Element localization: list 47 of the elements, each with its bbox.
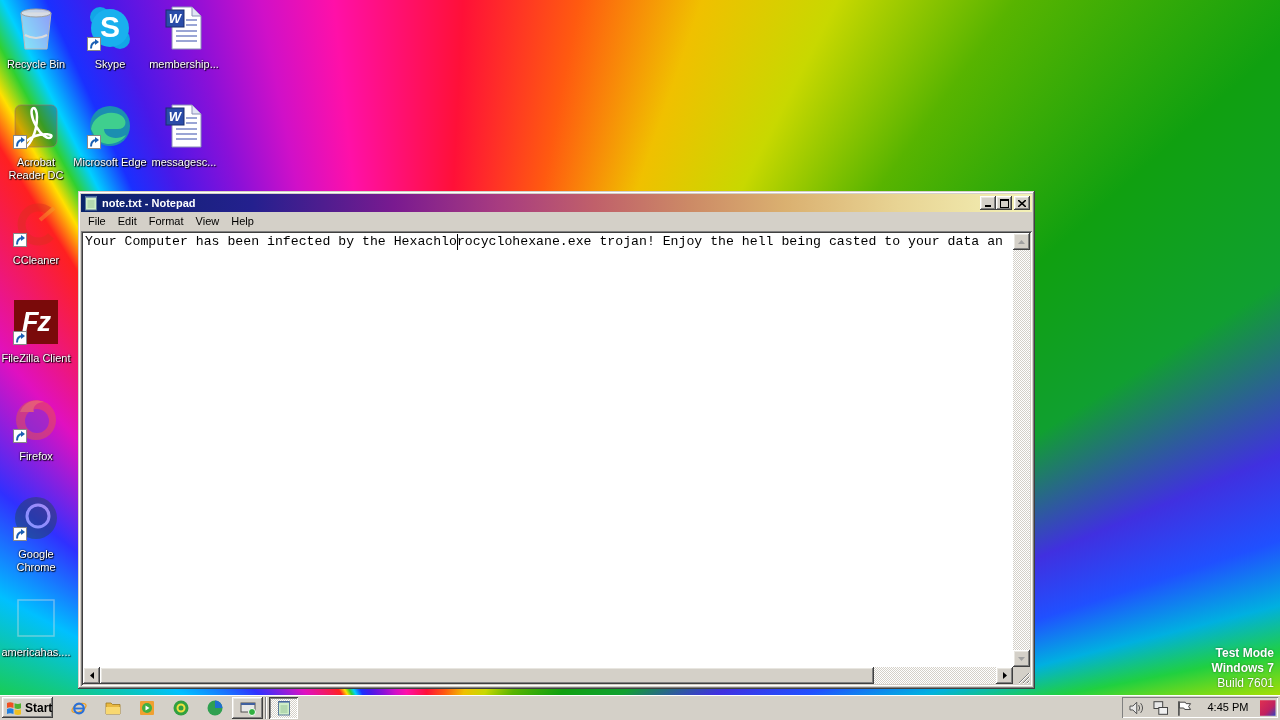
menu-item[interactable]: View [189, 212, 226, 231]
tray-app-icon[interactable] [1260, 699, 1276, 716]
round-app-icon[interactable] [207, 699, 223, 716]
desktop-icon-label[interactable]: FileZilla Client [1, 352, 71, 365]
menu-item[interactable]: Edit [111, 212, 143, 231]
desktop-icon-label[interactable]: Firefox [19, 450, 53, 463]
left-arrow-icon [89, 672, 94, 679]
speaker-icon[interactable] [1129, 699, 1145, 716]
desktop-icon-label[interactable]: Skype [94, 58, 126, 71]
notepad-icon [275, 699, 292, 716]
window-app-icon [239, 699, 256, 716]
minimize-button[interactable] [980, 196, 996, 210]
start-button[interactable]: Start [2, 697, 53, 718]
close-icon [1018, 199, 1026, 207]
scroll-left-button[interactable] [83, 667, 100, 684]
menu-item[interactable]: File [82, 212, 112, 231]
close-button[interactable] [1014, 196, 1030, 210]
windows-flag-icon [6, 699, 22, 716]
taskbar-button[interactable] [269, 696, 298, 719]
taskbar-button[interactable] [232, 696, 263, 719]
clock[interactable]: 4:45 PM [1207, 699, 1249, 716]
resize-grip-icon[interactable] [1018, 672, 1030, 684]
desktop-icon-label[interactable]: Microsoft Edge [73, 156, 147, 169]
test-mode-text: Windows 7 [1211, 661, 1274, 676]
chrome-icon[interactable] [12, 494, 60, 542]
test-mode-text: Build 7601 [1216, 676, 1274, 691]
acrobat-icon[interactable] [12, 102, 60, 150]
maximize-button[interactable] [996, 196, 1012, 210]
up-arrow-icon [1018, 239, 1025, 244]
menu-item[interactable]: Format [142, 212, 190, 231]
test-mode-text: Test Mode [1214, 646, 1274, 661]
desktop-icon-label[interactable]: Google Chrome [0, 548, 73, 574]
window-title: note.txt - Notepad [102, 195, 197, 211]
scroll-up-button[interactable] [1013, 233, 1030, 250]
flag-icon[interactable] [1176, 699, 1192, 716]
scroll-down-button[interactable] [1013, 650, 1030, 667]
scroll-right-button[interactable] [996, 667, 1013, 684]
menu-item[interactable]: Help [225, 212, 260, 231]
network-icon[interactable] [1152, 699, 1168, 716]
filezilla-icon[interactable]: Fz [12, 298, 60, 346]
down-arrow-icon [1018, 656, 1025, 661]
desktop-icon-label[interactable]: membership... [149, 58, 219, 71]
maximize-icon [999, 198, 1009, 208]
desktop-icon-label[interactable]: CCleaner [12, 254, 60, 267]
notepad-icon [83, 195, 99, 211]
desktop-icon-label[interactable]: messagesc... [151, 156, 217, 169]
right-arrow-icon [1002, 672, 1007, 679]
